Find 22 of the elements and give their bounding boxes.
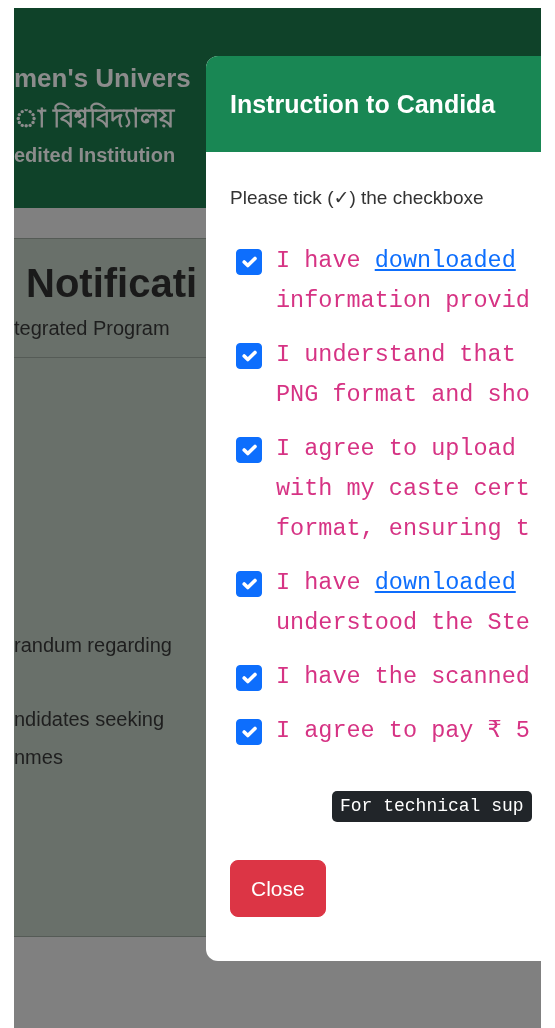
checkbox[interactable] xyxy=(236,436,262,463)
declaration-text: I agree to pay ₹ 5 xyxy=(276,715,530,746)
declaration-text: I have the scanned xyxy=(276,661,530,692)
university-name: men's Univers xyxy=(14,63,191,93)
declaration-text: I have downloaded information provid xyxy=(276,245,530,316)
download-link[interactable]: downloaded xyxy=(374,246,516,274)
checkbox[interactable] xyxy=(236,342,262,369)
close-button[interactable]: Close xyxy=(230,859,326,917)
checkbox[interactable] xyxy=(236,718,262,745)
notification-heading: Notificati xyxy=(25,260,194,307)
university-name: া বিশ্ববিদ্যালয় xyxy=(14,103,175,133)
declaration-text: I understand that PNG format and sho xyxy=(276,339,530,410)
support-tooltip: For technical sup xyxy=(332,790,532,822)
checkbox[interactable] xyxy=(236,570,262,597)
declaration-text: I have downloaded understood the Ste xyxy=(276,567,530,638)
declaration-text: I agree to upload with my caste cert format, ensuring t xyxy=(276,433,530,544)
checkbox[interactable] xyxy=(236,664,262,691)
download-link[interactable]: downloaded xyxy=(374,568,516,596)
instruction-text: Please tick (✓) the checkboxe xyxy=(229,186,485,210)
accreditation-text: edited Institution xyxy=(14,144,176,166)
checkbox[interactable] xyxy=(236,248,262,275)
dialog-title: Instruction to Candida xyxy=(230,90,496,118)
